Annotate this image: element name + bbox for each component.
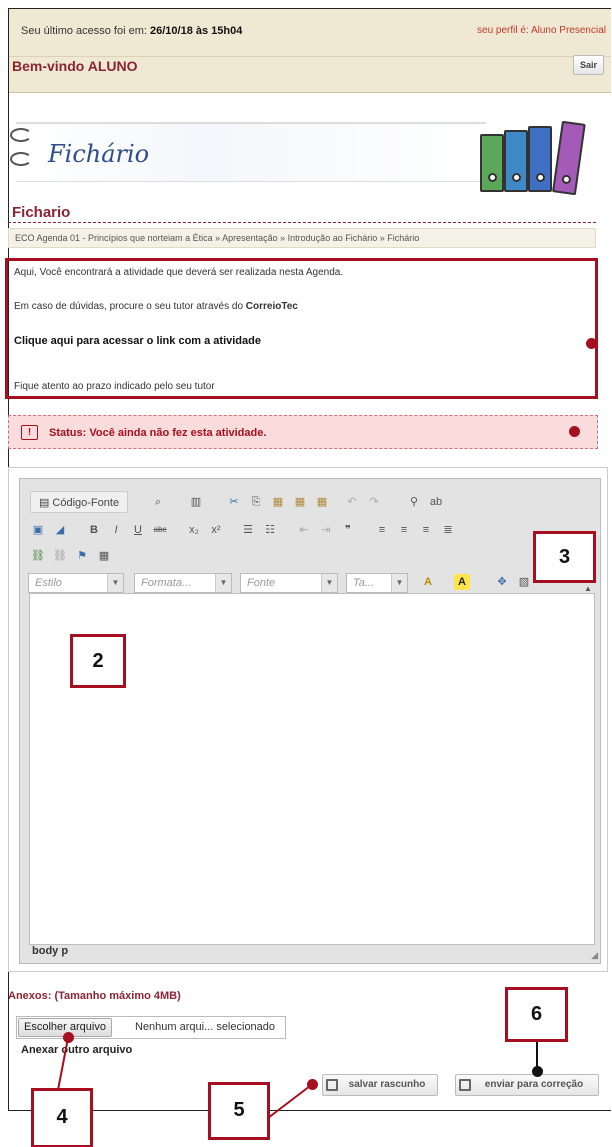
save-icon: [326, 1079, 338, 1091]
chevron-down-icon: ▼: [391, 574, 407, 592]
add-another-file-link[interactable]: Anexar outro arquivo: [21, 1044, 132, 1056]
table-icon[interactable]: ▦: [96, 548, 112, 564]
justify-icon[interactable]: ≣: [440, 522, 456, 538]
no-file-text: Nenhum arqui... selecionado: [135, 1021, 276, 1033]
link-icon[interactable]: ⛓: [30, 548, 46, 564]
save-icon: [459, 1079, 471, 1091]
callout-2: 2: [70, 634, 126, 688]
file-input[interactable]: Escolher arquivo Nenhum arqui... selecio…: [16, 1016, 286, 1039]
superscript-icon[interactable]: x²: [208, 522, 224, 538]
callout-4: 4: [31, 1088, 93, 1147]
intro-line-2: Em caso de dúvidas, procure o seu tutor …: [14, 301, 298, 312]
status-box: ! Status: Você ainda não fez esta ativid…: [8, 415, 598, 449]
indent-icon[interactable]: ⇥: [318, 522, 334, 538]
intro-line-1: Aqui, Você encontrará a atividade que de…: [14, 267, 344, 278]
find-icon[interactable]: ⚲: [406, 494, 422, 510]
chevron-down-icon: ▼: [321, 574, 337, 592]
ring-icon: [10, 128, 32, 142]
warning-icon: !: [21, 425, 38, 440]
undo-icon[interactable]: ↶: [344, 494, 360, 510]
font-select[interactable]: Fonte ▼: [240, 573, 338, 593]
attachments-title: Anexos: (Tamanho máximo 4MB): [8, 990, 181, 1002]
rich-text-editor: ▤ Código-Fonte ⌕ ▥ ✂ ⎘ ▦ ▦ ▦ ↶ ↷ ⚲ ab ▣ …: [19, 478, 601, 964]
marker-dot: [586, 338, 597, 349]
marker-dot: [63, 1032, 74, 1043]
toolbar-row-1: ▤ Código-Fonte ⌕ ▥ ✂ ⎘ ▦ ▦ ▦ ↶ ↷ ⚲ ab: [26, 491, 586, 515]
bulleted-list-icon[interactable]: ☷: [262, 522, 278, 538]
select-all-icon[interactable]: ▣: [30, 522, 46, 538]
banner-title: Fichário: [48, 140, 150, 168]
text-color-icon[interactable]: A: [420, 574, 436, 590]
align-left-icon[interactable]: ≡: [374, 522, 390, 538]
preview-icon[interactable]: ⌕: [150, 494, 166, 510]
italic-icon[interactable]: I: [108, 522, 124, 538]
correiotec-link[interactable]: CorreioTec: [246, 301, 298, 312]
title-divider: [8, 222, 596, 223]
style-select[interactable]: Estilo ▼: [28, 573, 124, 593]
submit-button[interactable]: enviar para correção: [455, 1074, 599, 1096]
resize-handle-icon[interactable]: ◢: [591, 950, 598, 961]
last-access-value: 26/10/18 às 15h04: [150, 25, 243, 37]
replace-icon[interactable]: ab: [428, 494, 444, 510]
remove-format-icon[interactable]: ◢: [52, 522, 68, 538]
toolbar-row-4: Estilo ▼ Formata... ▼ Fonte ▼ Ta... ▼ A A ✥ …: [26, 571, 596, 595]
status-text: Status: Você ainda não fez esta atividad…: [49, 427, 267, 439]
binders-icon: [480, 118, 586, 196]
underline-icon[interactable]: U: [130, 522, 146, 538]
callout-6: 6: [505, 987, 568, 1042]
page-title: Fichario: [12, 204, 71, 221]
bg-color-icon[interactable]: A: [454, 574, 470, 590]
strike-icon[interactable]: abc: [152, 522, 168, 538]
chevron-down-icon: ▼: [107, 574, 123, 592]
source-icon: ▤: [38, 497, 50, 509]
numbered-list-icon[interactable]: ☰: [240, 522, 256, 538]
paste-word-icon[interactable]: ▦: [314, 494, 330, 510]
bold-icon[interactable]: B: [86, 522, 102, 538]
paste-text-icon[interactable]: ▦: [292, 494, 308, 510]
callout-5: 5: [208, 1082, 270, 1140]
toolbar-row-2: ▣ ◢ B I U abc x₂ x² ☰ ☷ ⇤ ⇥ ❞ ≡ ≡ ≡ ≣: [26, 519, 586, 543]
format-select[interactable]: Formata... ▼: [134, 573, 232, 593]
show-blocks-icon[interactable]: ▧: [516, 574, 532, 590]
top-info-bar: Seu último acesso foi em: 26/10/18 às 15…: [9, 9, 611, 57]
align-right-icon[interactable]: ≡: [418, 522, 434, 538]
marker-dot: [307, 1079, 318, 1090]
redo-icon[interactable]: ↷: [366, 494, 382, 510]
marker-dot: [532, 1066, 543, 1077]
element-path[interactable]: body p: [32, 945, 68, 957]
save-draft-button[interactable]: salvar rascunho: [322, 1074, 438, 1096]
anchor-icon[interactable]: ⚑: [74, 548, 90, 564]
intro-line-4: Fique atento ao prazo indicado pelo seu …: [14, 381, 215, 392]
fichario-banner: Fichário: [6, 110, 592, 196]
breadcrumb[interactable]: ECO Agenda 01 - Princípios que norteiam …: [8, 228, 596, 248]
chevron-down-icon: ▼: [215, 574, 231, 592]
toolbar-row-3: ⛓ ⛓ ⚑ ▦: [26, 545, 226, 569]
align-center-icon[interactable]: ≡: [396, 522, 412, 538]
callout-3: 3: [533, 531, 596, 583]
subscript-icon[interactable]: x₂: [186, 522, 202, 538]
outdent-icon[interactable]: ⇤: [296, 522, 312, 538]
maximize-icon[interactable]: ✥: [494, 574, 510, 590]
size-select[interactable]: Ta... ▼: [346, 573, 408, 593]
blockquote-icon[interactable]: ❞: [340, 522, 356, 538]
welcome-text: Bem-vindo ALUNO: [12, 58, 138, 74]
source-button[interactable]: ▤ Código-Fonte: [30, 491, 128, 513]
copy-icon[interactable]: ⎘: [248, 494, 264, 510]
activity-link[interactable]: Clique aqui para acessar o link com a at…: [14, 335, 261, 347]
marker-dot: [569, 426, 580, 437]
paste-icon[interactable]: ▦: [270, 494, 286, 510]
ring-icon: [10, 152, 32, 166]
logout-button[interactable]: Sair: [572, 55, 604, 75]
cut-icon[interactable]: ✂: [226, 494, 242, 510]
unlink-icon[interactable]: ⛓: [52, 548, 68, 564]
profile-info: seu perfil é: Aluno Presencial: [477, 25, 606, 36]
last-access: Seu último acesso foi em: 26/10/18 às 15…: [21, 25, 243, 37]
templates-icon[interactable]: ▥: [188, 494, 204, 510]
activity-intro-box: Aqui, Você encontrará a atividade que de…: [5, 258, 598, 399]
